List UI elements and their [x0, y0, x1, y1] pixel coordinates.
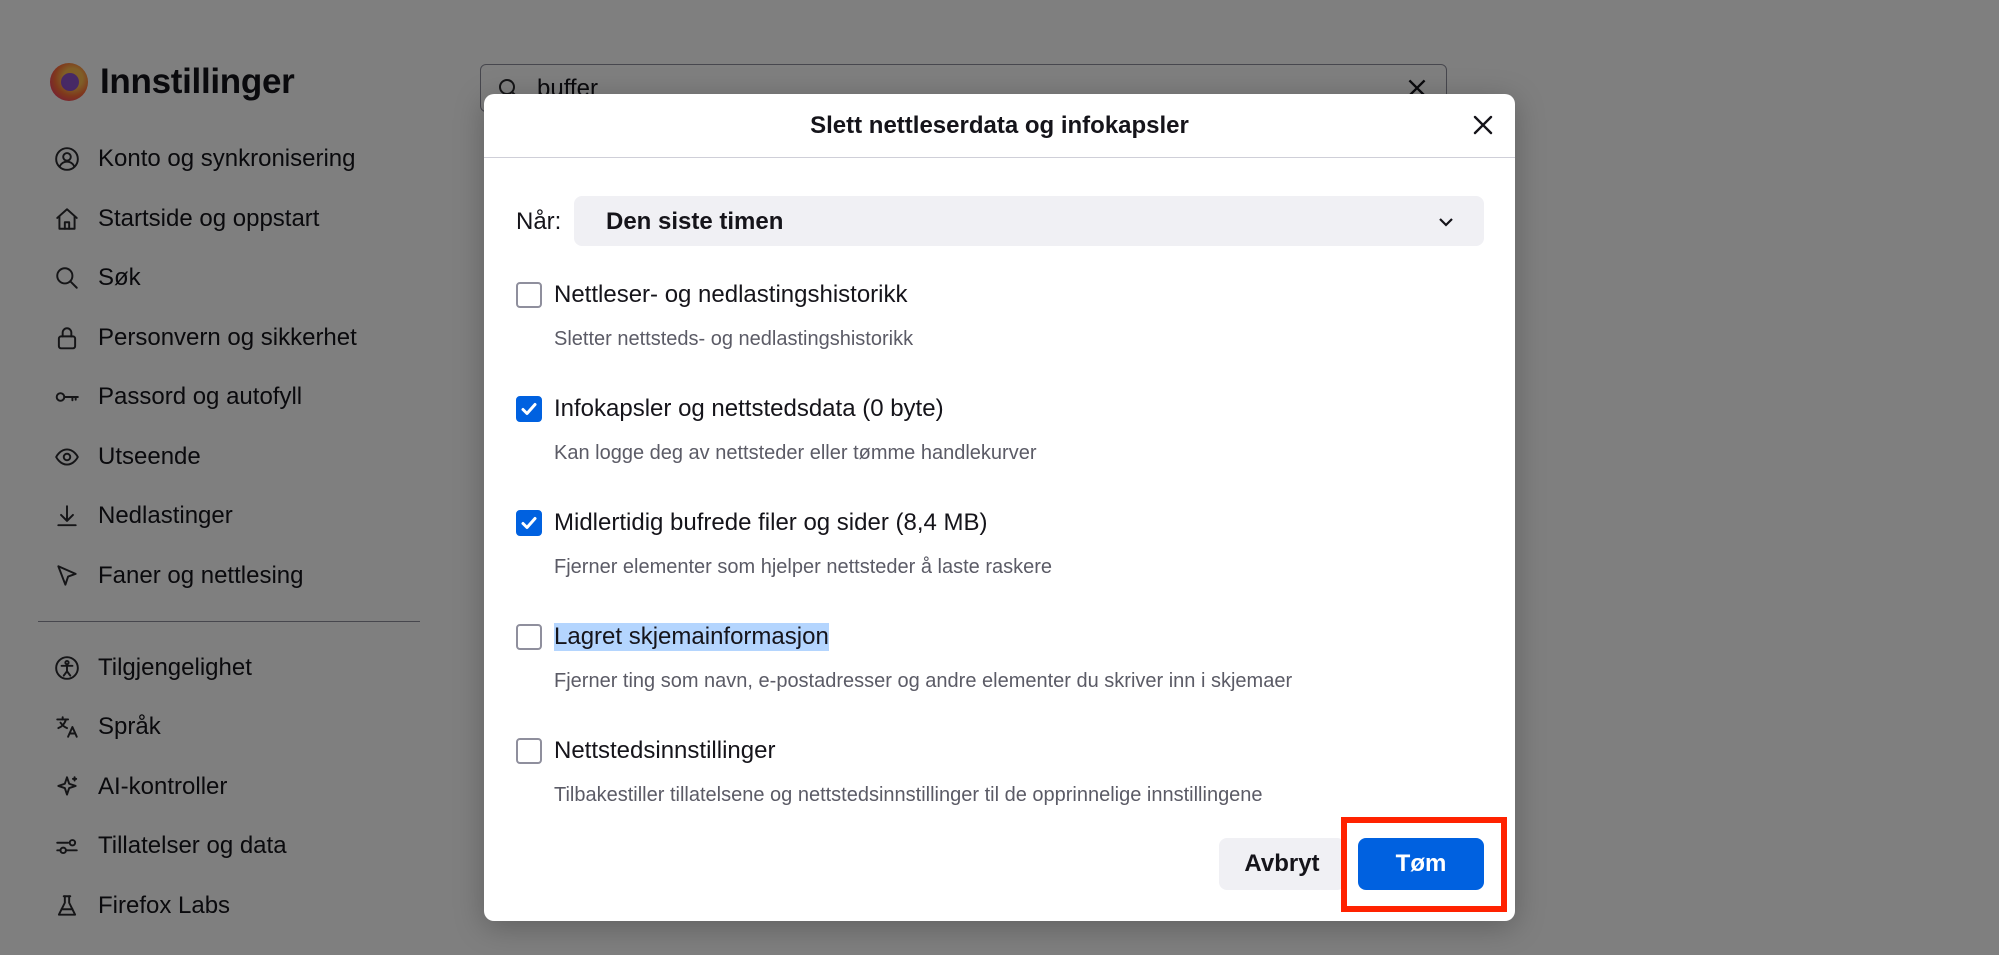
option-label[interactable]: Lagret skjemainformasjon — [554, 623, 829, 651]
cancel-button[interactable]: Avbryt — [1219, 838, 1345, 890]
option-label[interactable]: Infokapsler og nettstedsdata (0 byte) — [554, 395, 944, 423]
cache-checkbox[interactable] — [516, 510, 542, 536]
time-range-value: Den siste timen — [606, 208, 784, 235]
option-description: Fjerner elementer som hjelper nettsteder… — [554, 556, 1053, 578]
highlight-box — [1341, 817, 1507, 912]
dialog-title: Slett nettleserdata og infokapsler — [810, 112, 1189, 139]
close-icon — [1473, 115, 1493, 135]
chevron-down-icon — [1436, 212, 1456, 232]
site-settings-checkbox[interactable] — [516, 738, 542, 764]
option-label[interactable]: Midlertidig bufrede filer og sider (8,4 … — [554, 509, 988, 537]
history-checkbox[interactable] — [516, 282, 542, 308]
checkmark-icon — [521, 403, 537, 415]
option-description: Kan logge deg av nettsteder eller tømme … — [554, 442, 1037, 464]
option-description: Fjerner ting som navn, e-postadresser og… — [554, 670, 1293, 692]
cookies-checkbox[interactable] — [516, 396, 542, 422]
option-description: Tilbakestiller tillatelsene og nettsteds… — [554, 784, 1263, 806]
time-range-label: Når: — [516, 208, 562, 235]
checkmark-icon — [521, 517, 537, 529]
dialog-header: Slett nettleserdata og infokapsler — [484, 94, 1515, 158]
close-button[interactable] — [1468, 110, 1498, 140]
option-description: Sletter nettsteds- og nedlastingshistori… — [554, 328, 914, 350]
time-range-select[interactable]: Den siste timen — [574, 196, 1484, 246]
clear-data-dialog: Slett nettleserdata og infokapsler Når: … — [484, 94, 1515, 921]
option-label[interactable]: Nettleser- og nedlastingshistorikk — [554, 281, 908, 309]
option-label[interactable]: Nettstedsinnstillinger — [554, 737, 775, 765]
settings-window: Innstillinger Konto og synkronisering St… — [0, 0, 1999, 955]
form-data-checkbox[interactable] — [516, 624, 542, 650]
